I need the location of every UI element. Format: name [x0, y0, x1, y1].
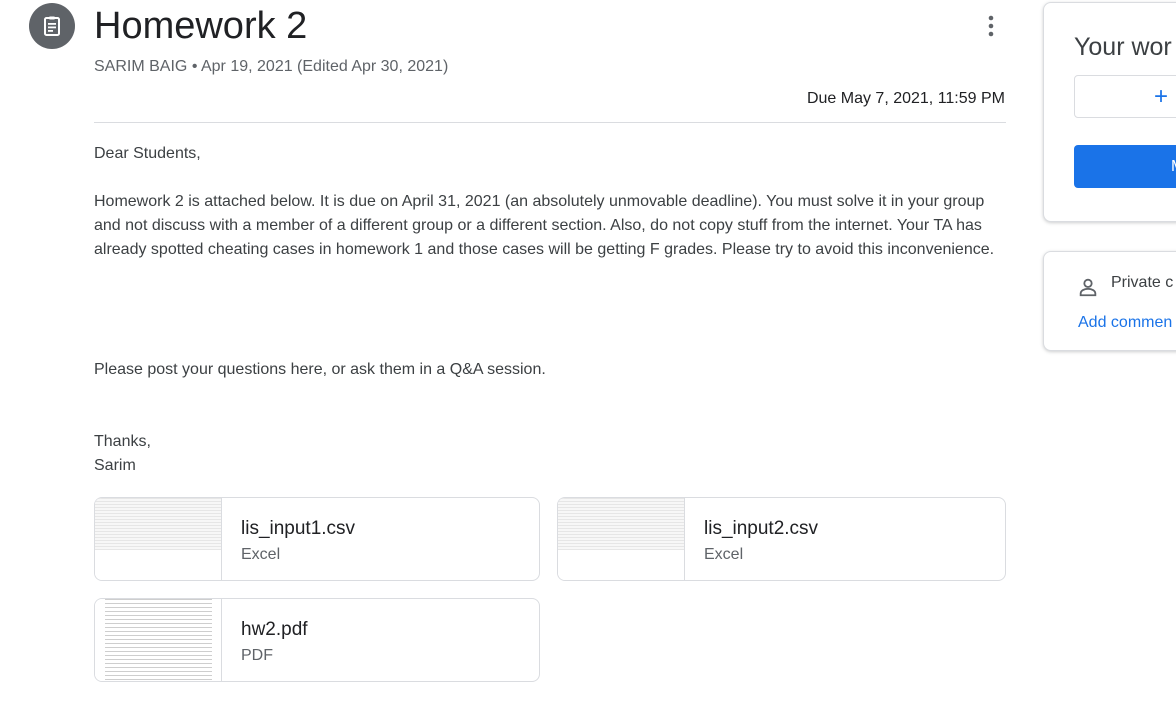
your-work-title: Your wor [1074, 33, 1172, 61]
attachment-card[interactable]: hw2.pdf PDF [94, 598, 540, 682]
assignment-icon [29, 3, 75, 49]
plus-icon: + [1154, 82, 1169, 110]
attachment-thumbnail [95, 599, 222, 681]
person-icon [1079, 278, 1097, 297]
attachment-card[interactable]: lis_input2.csv Excel [557, 497, 1006, 581]
assignment-page: Homework 2 SARIM BAIG • Apr 19, 2021 (Ed… [0, 0, 1176, 703]
attachment-name: lis_input1.csv [241, 518, 356, 539]
meta-separator: • [191, 58, 198, 75]
greeting-text: Dear Students, [94, 145, 201, 162]
add-comment-link[interactable]: Add commen [1078, 314, 1172, 332]
page-title: Homework 2 [94, 5, 308, 47]
spreadsheet-preview-icon [95, 498, 221, 550]
your-work-card: Your wor + M [1043, 2, 1176, 222]
pdf-preview-icon [105, 599, 212, 681]
due-date: Due May 7, 2021, 11:59 PM [806, 90, 1005, 107]
spreadsheet-preview-icon [558, 498, 684, 550]
thanks-text: Thanks, [94, 433, 151, 450]
add-or-create-button[interactable]: + [1074, 75, 1176, 118]
attachment-type: Excel [241, 546, 281, 563]
posted-date: Apr 19, 2021 (Edited Apr 30, 2021) [200, 58, 449, 75]
mark-as-done-button[interactable]: M [1074, 145, 1176, 188]
more-vert-icon [988, 15, 994, 37]
attachment-thumbnail [95, 498, 222, 580]
questions-text: Please post your questions here, or ask … [94, 361, 546, 378]
attachment-type: Excel [704, 546, 744, 563]
instructions-text: Homework 2 is attached below. It is due … [94, 193, 995, 258]
private-comments-card: Private c Add commen [1043, 251, 1176, 351]
attachment-thumbnail [558, 498, 685, 580]
attachment-name: hw2.pdf [241, 619, 308, 640]
more-options-button[interactable] [976, 11, 1006, 41]
author-name: SARIM BAIG [94, 58, 188, 75]
attachment-card[interactable]: lis_input1.csv Excel [94, 497, 540, 581]
private-comments-label: Private c [1111, 274, 1174, 291]
signature-text: Sarim [94, 457, 136, 474]
assignment-meta: SARIM BAIG • Apr 19, 2021 (Edited Apr 30… [94, 57, 448, 77]
clipboard-icon [44, 16, 60, 36]
attachment-name: lis_input2.csv [704, 518, 819, 539]
attachment-type: PDF [241, 647, 273, 664]
header-divider [94, 122, 1006, 123]
